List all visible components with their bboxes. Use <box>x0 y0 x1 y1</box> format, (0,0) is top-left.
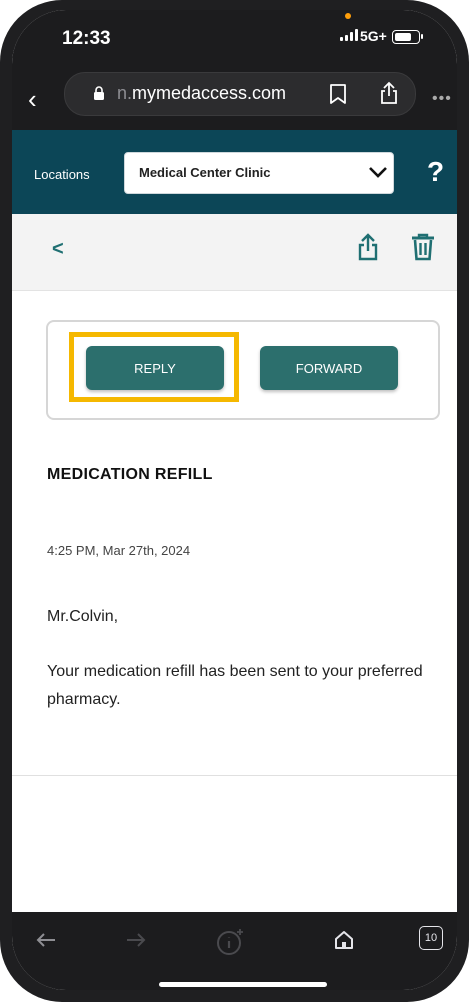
battery-icon <box>392 30 420 44</box>
lock-icon <box>94 86 104 100</box>
divider <box>12 775 457 776</box>
status-time: 12:33 <box>62 28 111 49</box>
share-icon[interactable] <box>379 81 399 105</box>
locations-bar: Locations Medical Center Clinic ? <box>12 130 457 214</box>
address-bar[interactable]: n.mymedaccess.com <box>64 72 416 116</box>
locations-label: Locations <box>34 167 90 182</box>
url-prefix: n. <box>117 83 133 103</box>
privacy-indicator-icon <box>345 13 351 19</box>
network-type: 5G+ <box>360 28 387 44</box>
battery-cap <box>421 34 423 39</box>
back-button[interactable]: < <box>52 238 64 261</box>
message-date: 4:25 PM, Mar 27th, 2024 <box>47 543 191 558</box>
location-select-value: Medical Center Clinic <box>139 165 271 180</box>
trash-icon[interactable] <box>410 232 436 262</box>
location-select[interactable]: Medical Center Clinic <box>124 152 394 194</box>
message-subject: MEDICATION REFILL <box>47 466 213 483</box>
message-body: Your medication refill has been sent to … <box>47 663 423 708</box>
share-icon[interactable] <box>356 232 380 262</box>
more-icon[interactable]: ••• <box>432 90 452 108</box>
home-icon[interactable] <box>332 928 356 952</box>
reply-button[interactable]: REPLY <box>86 346 224 390</box>
url-text: n.mymedaccess.com <box>117 83 286 104</box>
phone-frame: 12:33 5G+ ‹ n.mymedaccess.com ••• Locati… <box>0 0 469 1002</box>
forward-button[interactable]: FORWARD <box>260 346 398 390</box>
browser-toolbar: 10 <box>12 912 457 990</box>
url-domain: mymedaccess.com <box>132 83 287 103</box>
browser-back-icon[interactable]: ‹ <box>28 86 37 112</box>
message-salutation: Mr.Colvin, <box>47 608 119 625</box>
help-icon[interactable]: ? <box>427 156 444 188</box>
signal-icon <box>340 29 358 41</box>
info-icon[interactable] <box>216 928 246 956</box>
chevron-down-icon <box>369 167 387 178</box>
screen: 12:33 5G+ ‹ n.mymedaccess.com ••• Locati… <box>12 10 457 990</box>
bookmark-icon[interactable] <box>329 83 347 105</box>
browser-chrome: 12:33 5G+ ‹ n.mymedaccess.com ••• <box>12 10 457 130</box>
tabs-count-icon[interactable]: 10 <box>419 926 443 950</box>
message-action-bar: < <box>12 214 457 291</box>
forward-arrow-icon[interactable] <box>124 928 148 952</box>
back-arrow-icon[interactable] <box>34 928 58 952</box>
home-indicator[interactable] <box>159 982 327 987</box>
